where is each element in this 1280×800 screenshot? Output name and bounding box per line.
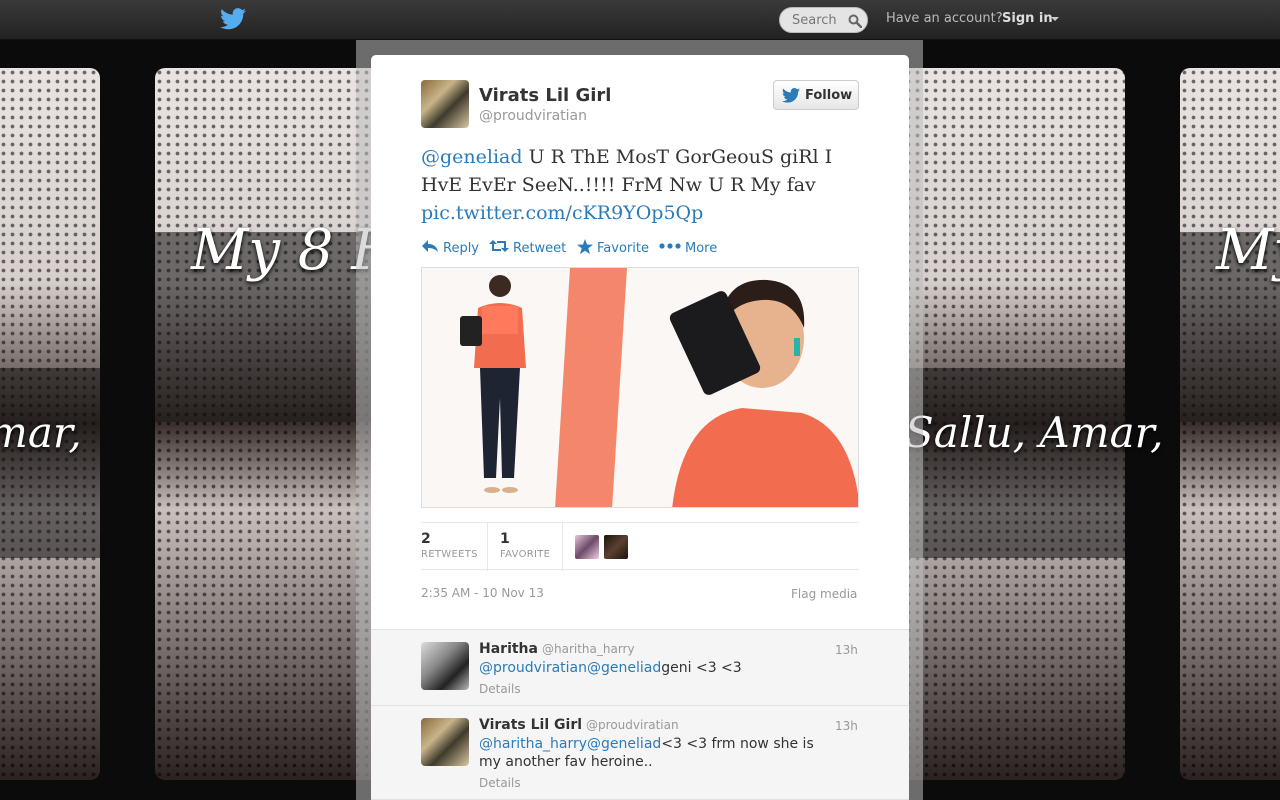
twitter-bird-icon[interactable] (220, 8, 246, 30)
reply-screen-name[interactable]: @haritha_harry (542, 642, 635, 656)
media-photo (422, 268, 858, 507)
twitter-bird-icon (782, 88, 800, 103)
favorites-label: FAVORITE (500, 549, 551, 560)
background-panel: Sallu, Amar, (895, 68, 1163, 780)
avatar[interactable] (604, 535, 628, 559)
reply-time[interactable]: 13h (835, 719, 858, 733)
avatar[interactable] (421, 642, 469, 690)
list-item[interactable]: Haritha @haritha_harry 13h @proudviratian… (371, 630, 909, 706)
background-script-text: My (1216, 218, 1280, 283)
display-name[interactable]: Virats Lil Girl (479, 85, 611, 106)
mention-link[interactable]: @haritha_harry (479, 736, 587, 752)
top-navigation-bar: Search Have an account? Sign in (0, 0, 1280, 40)
star-icon (577, 239, 593, 254)
favorites-count[interactable]: 1 (500, 531, 510, 547)
favorite-label: Favorite (597, 241, 649, 256)
more-label: More (685, 241, 718, 256)
follow-button[interactable]: Follow (773, 80, 859, 110)
avatar[interactable] (575, 535, 599, 559)
retweet-label: Retweet (513, 241, 567, 256)
details-link[interactable]: Details (479, 682, 521, 696)
sign-in-link[interactable]: Sign in (1002, 11, 1053, 26)
search-placeholder: Search (792, 13, 837, 28)
background-panel: My (1180, 68, 1280, 780)
pic-link[interactable]: pic.twitter.com/cKR9YOp5Qp (421, 202, 703, 224)
reply-screen-name[interactable]: @proudviratian (586, 718, 679, 732)
reply-author[interactable]: Virats Lil Girl @proudviratian (479, 717, 679, 733)
background-panel: mar, (0, 68, 100, 780)
mention-link[interactable]: @geneliad (421, 146, 523, 168)
details-link[interactable]: Details (479, 776, 521, 790)
mention-link[interactable]: @geneliad (587, 660, 661, 676)
reply-icon (422, 240, 438, 252)
background-script-text: Sallu, Amar, (905, 408, 1164, 457)
reply-label: Reply (443, 241, 480, 256)
avatar[interactable] (421, 80, 469, 128)
list-item[interactable]: Virats Lil Girl @proudviratian 13h @harit… (371, 706, 909, 800)
tweet-card: Virats Lil Girl @proudviratian Follow @g… (371, 55, 909, 800)
screen-name[interactable]: @proudviratian (479, 108, 587, 124)
reply-text: @proudviratian@geneliadgeni <3 <3 (479, 660, 742, 676)
background-script-text: mar, (0, 408, 82, 457)
search-input[interactable]: Search (779, 7, 868, 33)
follow-label: Follow (805, 88, 853, 103)
have-account-text: Have an account? (886, 11, 1003, 26)
tweet-media-image[interactable] (421, 267, 859, 508)
retweets-count[interactable]: 2 (421, 531, 431, 547)
retweet-icon (489, 240, 509, 252)
more-dots-icon (659, 243, 681, 249)
search-icon[interactable] (848, 14, 862, 28)
retweets-label: RETWEETS (421, 549, 478, 560)
chevron-down-icon[interactable] (1051, 17, 1059, 21)
reply-author[interactable]: Haritha @haritha_harry (479, 641, 635, 657)
background-panel: My 8 Fav (155, 68, 451, 780)
replies-list: Haritha @haritha_harry 13h @proudviratian… (371, 629, 909, 800)
mention-link[interactable]: @proudviratian (479, 660, 587, 676)
reply-time[interactable]: 13h (835, 643, 858, 657)
stat-divider (562, 523, 563, 571)
flag-media-link[interactable]: Flag media (791, 587, 857, 601)
reply-text: @haritha_harry@geneliad<3 <3 frm now she… (479, 736, 814, 770)
avatar[interactable] (421, 718, 469, 766)
stat-divider (487, 523, 488, 571)
tweet-text: @geneliad U R ThE MosT GorGeouS giRl I H… (421, 143, 861, 227)
tweet-stats: 2 RETWEETS 1 FAVORITE (421, 522, 859, 571)
tweet-timestamp[interactable]: 2:35 AM - 10 Nov 13 (421, 586, 544, 600)
mention-link[interactable]: @geneliad (587, 736, 661, 752)
